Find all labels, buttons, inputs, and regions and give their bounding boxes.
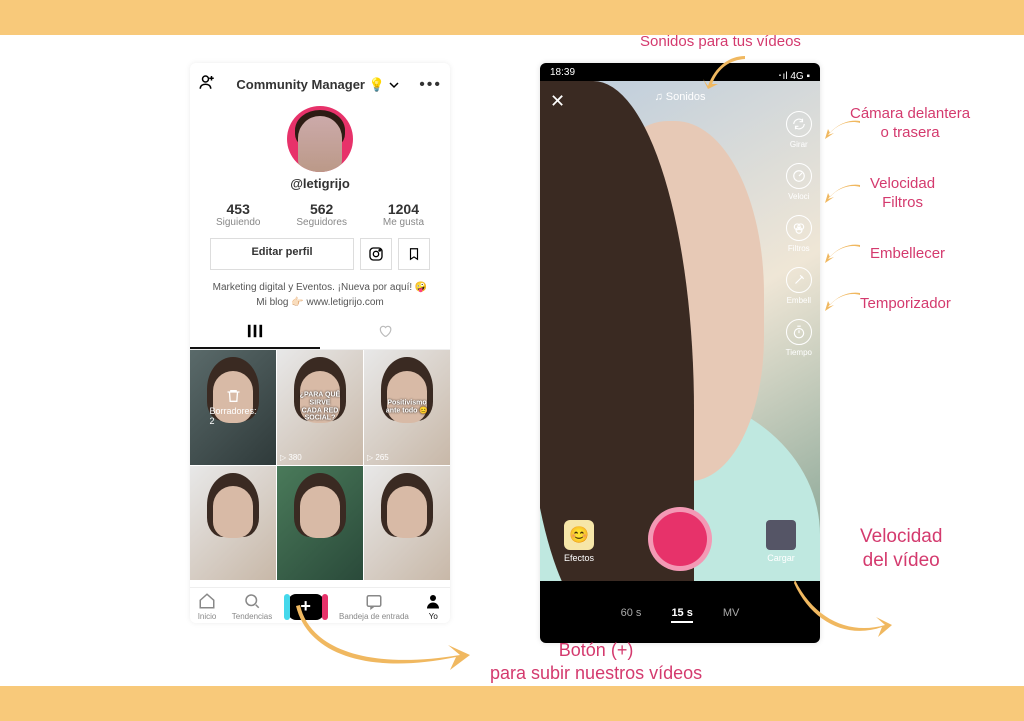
following-stat[interactable]: 453Siguiendo	[216, 201, 260, 228]
arrow-icon	[822, 181, 862, 212]
duration-modes: 60 s 15 s MV	[540, 607, 820, 623]
arrow-icon	[700, 51, 750, 106]
arrow-icon	[822, 241, 862, 272]
speed-button[interactable]: Veloci	[786, 163, 812, 201]
upload-button[interactable]: Cargar	[766, 520, 796, 563]
more-icon[interactable]: •••	[419, 76, 442, 94]
camera-side-tools: Girar Veloci Filtros Embell Tiempo	[786, 111, 812, 357]
beautify-button[interactable]: Embell	[786, 267, 812, 305]
tiktok-camera-phone: 18:39･ıl 4G ▪ ✕ ♫ Sonidos Girar Veloci F…	[540, 63, 820, 643]
annotation-camera: Cámara delanterao trasera	[850, 105, 970, 143]
avatar[interactable]	[287, 106, 353, 172]
profile-title[interactable]: Community Manager 💡	[236, 77, 384, 93]
profile-stats: 453Siguiendo 562Seguidores 1204Me gusta	[198, 201, 442, 228]
liked-tab[interactable]	[320, 318, 450, 349]
instagram-link-button[interactable]	[360, 238, 392, 270]
annotation-beautify: Embellecer	[870, 245, 945, 264]
timer-button[interactable]: Tiempo	[786, 319, 812, 357]
profile-bio: Marketing digital y Eventos. ¡Nueva por …	[190, 280, 450, 318]
username: @letigrijo	[190, 176, 450, 191]
feed-tab[interactable]	[190, 318, 320, 349]
nav-trends[interactable]: Tendencias	[232, 592, 272, 621]
camera-preview	[540, 81, 820, 581]
mode-15s[interactable]: 15 s	[671, 607, 692, 623]
tiktok-profile-phone: Community Manager 💡 ••• @letigrijo 453Si…	[190, 63, 450, 623]
arrow-icon	[790, 575, 900, 650]
annotation-speed-filters: VelocidadFiltros	[870, 175, 935, 213]
close-icon[interactable]: ✕	[550, 91, 565, 112]
annotation-timer: Temporizador	[860, 295, 951, 314]
video-tile[interactable]: ¿PARA QUÉ SIRVE CADA RED SOCIAL? ▷ 380	[277, 350, 363, 465]
annotation-sounds: Sonidos para tus vídeos	[640, 33, 801, 52]
flip-camera-button[interactable]: Girar	[786, 111, 812, 149]
edit-profile-button[interactable]: Editar perfil	[210, 238, 354, 270]
mode-60s[interactable]: 60 s	[621, 607, 642, 623]
sounds-button[interactable]: ♫ Sonidos	[654, 91, 705, 103]
likes-stat[interactable]: 1204Me gusta	[383, 201, 424, 228]
nav-home[interactable]: Inicio	[198, 592, 217, 621]
arrow-icon	[290, 600, 480, 685]
filters-button[interactable]: Filtros	[786, 215, 812, 253]
arrow-icon	[822, 289, 862, 320]
video-grid: Borradores: 2 ¿PARA QUÉ SIRVE CADA RED S…	[190, 350, 450, 580]
chevron-down-icon	[389, 80, 399, 90]
arrow-icon	[822, 117, 862, 148]
add-friends-icon[interactable]	[198, 73, 216, 96]
video-tile[interactable]	[190, 466, 276, 581]
decorative-band-top	[0, 0, 1024, 35]
decorative-band-bottom	[0, 686, 1024, 721]
annotation-plus-button: Botón (+)para subir nuestros vídeos	[490, 639, 702, 684]
annotation-video-speed: Velocidaddel vídeo	[860, 525, 942, 573]
mode-mv[interactable]: MV	[723, 607, 740, 623]
effects-button[interactable]: 😊Efectos	[564, 520, 594, 563]
followers-stat[interactable]: 562Seguidores	[296, 201, 347, 228]
video-tile[interactable]	[364, 466, 450, 581]
bookmark-button[interactable]	[398, 238, 430, 270]
record-button[interactable]	[648, 507, 712, 571]
video-tile[interactable]: Positivismo ante todo 😊 ▷ 265	[364, 350, 450, 465]
drafts-tile[interactable]: Borradores: 2	[190, 350, 276, 465]
video-tile[interactable]	[277, 466, 363, 581]
